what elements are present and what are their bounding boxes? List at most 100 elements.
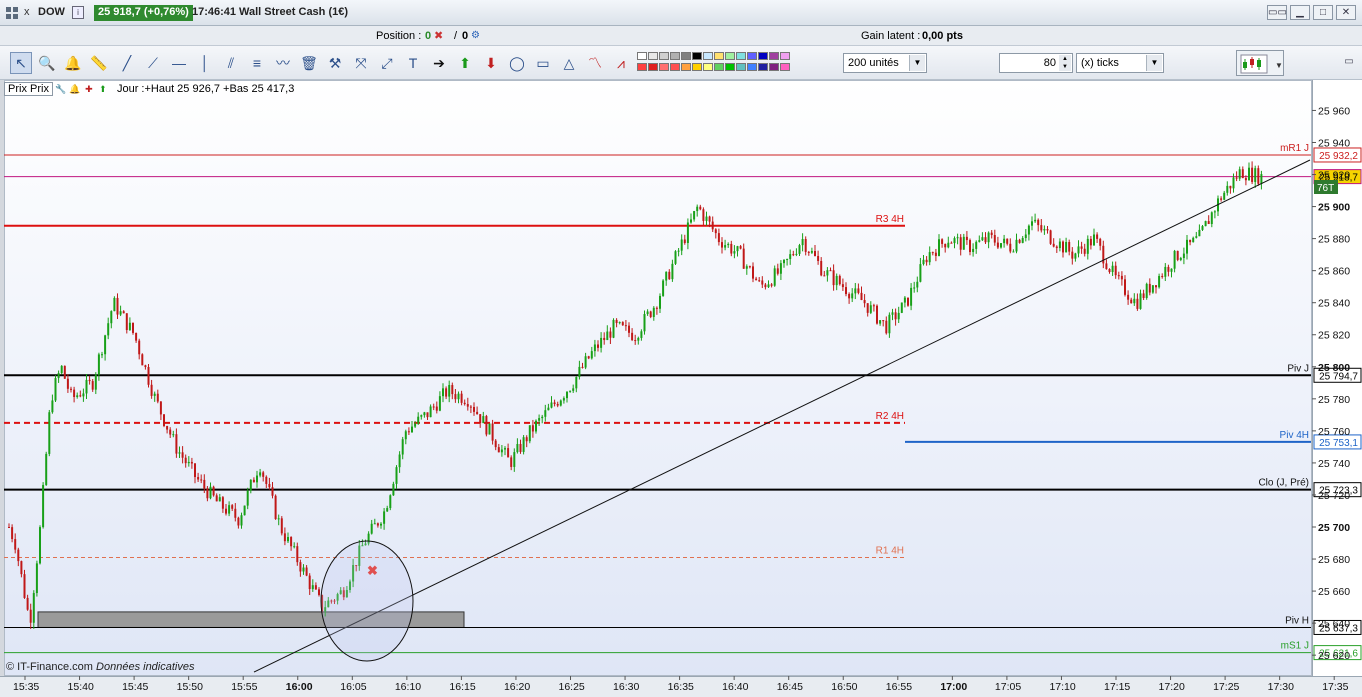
copyright-disclaimer: Données indicatives: [96, 661, 195, 673]
channel-tool-icon[interactable]: ⫽: [220, 52, 242, 74]
horizontal-line-icon[interactable]: —: [168, 52, 190, 74]
trading-window: x DOW i 25 918,7 (+0,76%) 17:46:41 Wall …: [0, 0, 1362, 697]
ticks-count-value: 80: [1043, 57, 1056, 69]
color-swatch[interactable]: [780, 63, 790, 71]
side-panel-icon[interactable]: ▭: [1340, 56, 1358, 70]
bell-icon[interactable]: 🔔: [69, 83, 81, 95]
color-swatch[interactable]: [725, 52, 735, 60]
color-swatch[interactable]: [670, 63, 680, 71]
color-swatch[interactable]: [659, 63, 669, 71]
position-value-2: 0: [462, 30, 469, 42]
wave-tool-icon[interactable]: 〽: [584, 52, 606, 74]
symbol-label[interactable]: DOW: [38, 6, 65, 18]
price-axis[interactable]: [1312, 80, 1362, 676]
day-high-low: Jour :+Haut 25 926,7 +Bas 25 417,3: [116, 83, 295, 95]
gain-value: 0,00 pts: [922, 30, 963, 42]
arrow-up-icon[interactable]: ⬆: [454, 52, 476, 74]
arrow-right-icon[interactable]: ➔: [428, 52, 450, 74]
color-swatch[interactable]: [714, 63, 724, 71]
rectangle-tool-icon[interactable]: ▭: [532, 52, 554, 74]
color-swatch[interactable]: [692, 52, 702, 60]
hammer-icon[interactable]: ⚒: [324, 52, 346, 74]
color-swatch[interactable]: [780, 52, 790, 60]
window-menu-icon[interactable]: [6, 7, 18, 19]
color-swatch[interactable]: [736, 52, 746, 60]
chart-type-button[interactable]: ▼: [1236, 50, 1284, 76]
color-swatch[interactable]: [747, 52, 757, 60]
position-label: Position :: [376, 30, 422, 42]
color-swatch[interactable]: [725, 63, 735, 71]
drawing-toolbar: ↖ 🔍 🔔 📏 ╱ ⟋ — │ ⫽ ≡ 〰 🗑 ⚒ ⤧ ⤢ T ➔ ⬆ ⬇ ◯ …: [0, 46, 1362, 80]
color-swatch[interactable]: [637, 52, 647, 60]
copyright-brand: © IT-Finance.com: [6, 661, 93, 673]
chart-header: Prix Prix 🔧 🔔 ✚ ⬆ Jour :+Haut 25 926,7 +…: [4, 81, 294, 97]
text-tool-icon[interactable]: T: [402, 52, 424, 74]
color-swatch[interactable]: [648, 52, 658, 60]
spinner-arrows-icon[interactable]: ▲ ▼: [1059, 55, 1071, 71]
chevron-down-icon[interactable]: ▼: [1146, 55, 1162, 71]
zigzag-tool-icon[interactable]: ⩘: [610, 52, 632, 74]
trash-icon[interactable]: 🗑: [298, 52, 320, 74]
time-axis[interactable]: [0, 676, 1362, 697]
title-bar: x DOW i 25 918,7 (+0,76%) 17:46:41 Wall …: [0, 0, 1362, 26]
close-symbol-icon[interactable]: x: [24, 6, 30, 18]
chevron-down-icon[interactable]: ▼: [909, 55, 925, 71]
copyright-note: © IT-Finance.com Données indicatives: [6, 661, 194, 673]
svg-text:▼: ▼: [1275, 61, 1283, 70]
pattern-tool-icon[interactable]: 〰: [272, 52, 294, 74]
vertical-line-icon[interactable]: │: [194, 52, 216, 74]
arrow-down-icon[interactable]: ⬇: [480, 52, 502, 74]
price-source-box[interactable]: Prix Prix: [4, 82, 53, 96]
color-swatch[interactable]: [758, 52, 768, 60]
window-controls: ▭▭ ▁ □ ✕: [1267, 5, 1356, 21]
price-change-badge: 25 918,7 (+0,76%): [94, 5, 193, 21]
pointer-tool-icon[interactable]: ↖: [10, 52, 32, 74]
restore-window-icon[interactable]: ▭▭: [1267, 5, 1287, 20]
units-select[interactable]: 200 unités ▼: [843, 53, 927, 73]
color-swatch[interactable]: [648, 63, 658, 71]
position-value: 0: [425, 30, 432, 42]
color-swatch[interactable]: [758, 63, 768, 71]
triangle-tool-icon[interactable]: △: [558, 52, 580, 74]
ticks-count-input[interactable]: 80 ▲ ▼: [999, 53, 1073, 73]
line-tool-icon[interactable]: ╱: [116, 52, 138, 74]
color-swatch[interactable]: [703, 63, 713, 71]
units-select-value: 200 unités: [848, 57, 899, 69]
color-swatch[interactable]: [681, 52, 691, 60]
ellipse-tool-icon[interactable]: ◯: [506, 52, 528, 74]
color-swatch[interactable]: [659, 52, 669, 60]
ruler-tool-icon[interactable]: 📏: [88, 52, 110, 74]
color-swatch[interactable]: [703, 52, 713, 60]
info-icon[interactable]: i: [72, 6, 84, 19]
settings-gear-icon[interactable]: ⚙: [471, 30, 480, 41]
close-position-icon[interactable]: ✖: [434, 29, 443, 42]
expand-arrows-icon[interactable]: ⤢: [376, 52, 398, 74]
cross-arrows-icon[interactable]: ⤧: [350, 52, 372, 74]
minimize-icon[interactable]: ▁: [1290, 5, 1310, 20]
color-swatch[interactable]: [681, 63, 691, 71]
chart-area[interactable]: [4, 80, 1312, 676]
trendline-tool-icon[interactable]: ⟋: [142, 52, 164, 74]
wrench-icon[interactable]: 🔧: [55, 83, 67, 95]
fibonacci-tool-icon[interactable]: ≡: [246, 52, 268, 74]
clock-time: 17:46:41: [192, 6, 237, 18]
ticks-unit-value: (x) ticks: [1081, 57, 1119, 69]
move-up-icon[interactable]: ⬆: [97, 83, 109, 95]
color-swatch[interactable]: [769, 63, 779, 71]
position-separator: /: [454, 30, 458, 42]
maximize-icon[interactable]: □: [1313, 5, 1333, 20]
add-indicator-icon[interactable]: ✚: [83, 83, 95, 95]
color-swatch[interactable]: [747, 63, 757, 71]
color-swatch[interactable]: [692, 63, 702, 71]
ticks-unit-select[interactable]: (x) ticks ▼: [1076, 53, 1164, 73]
alarm-bell-icon[interactable]: 🔔: [62, 52, 84, 74]
gain-label: Gain latent :: [861, 30, 921, 42]
color-swatch[interactable]: [670, 52, 680, 60]
close-window-icon[interactable]: ✕: [1336, 5, 1356, 20]
zoom-tool-icon[interactable]: 🔍: [36, 52, 58, 74]
color-swatch[interactable]: [769, 52, 779, 60]
color-swatch[interactable]: [736, 63, 746, 71]
color-swatch[interactable]: [714, 52, 724, 60]
instrument-name: Wall Street Cash (1€): [239, 6, 349, 18]
color-swatch[interactable]: [637, 63, 647, 71]
